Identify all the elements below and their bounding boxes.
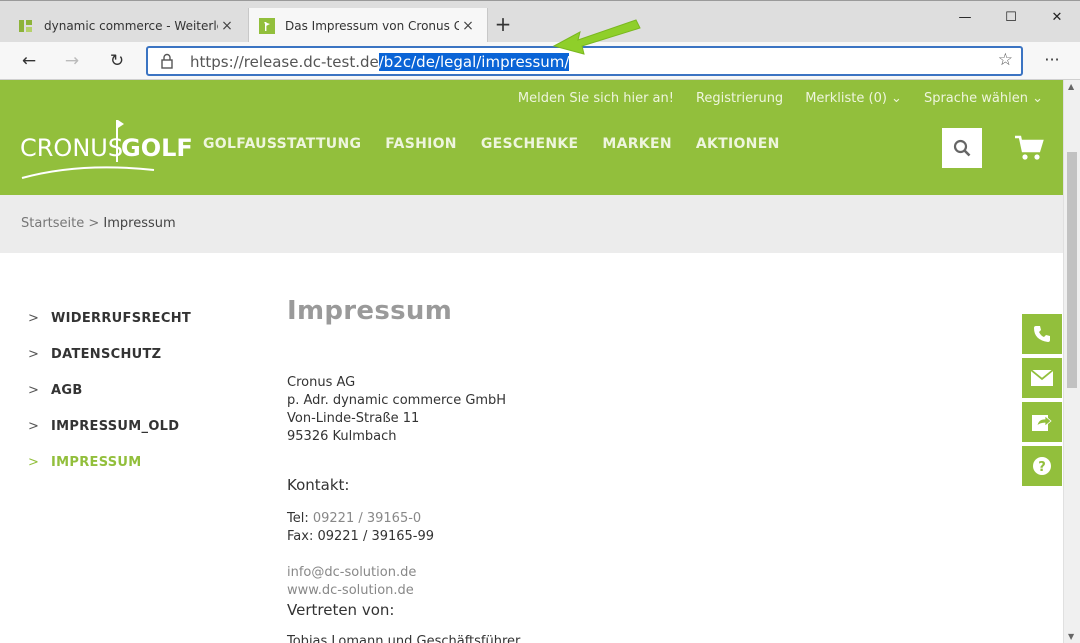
help-icon: ? [1033, 457, 1051, 475]
email-link[interactable]: info@dc-solution.de [287, 564, 416, 582]
legal-sidebar: > WIDERRUFSRECHT > DATENSCHUTZ > AGB > I… [28, 300, 191, 480]
tab-impressum[interactable]: Das Impressum von Cronus Golf × [248, 8, 488, 43]
logo-swoosh-icon [21, 166, 155, 179]
page-title: Impressum [287, 296, 453, 326]
logo-golf-text: GOLF [121, 134, 193, 162]
maximize-button[interactable]: ☐ [988, 4, 1034, 32]
chevron-right-icon: > [28, 310, 40, 326]
website-link[interactable]: www.dc-solution.de [287, 582, 416, 600]
chevron-right-icon: > [28, 346, 40, 362]
scroll-up-icon[interactable]: ▲ [1068, 82, 1074, 91]
mail-icon [1031, 370, 1053, 386]
register-link[interactable]: Registrierung [696, 91, 783, 106]
contact-web: info@dc-solution.de www.dc-solution.de [287, 564, 416, 600]
tab-dynamic-commerce[interactable]: dynamic commerce - Weiterleitung × [8, 8, 246, 43]
annotation-arrow-icon [552, 19, 641, 55]
sidebar-item-widerrufsrecht[interactable]: > WIDERRUFSRECHT [28, 300, 191, 336]
chevron-right-icon: > [28, 382, 40, 398]
sidebar-item-label: AGB [51, 382, 83, 398]
address-line: 95326 Kulmbach [287, 429, 397, 444]
browser-toolbar: ← → ↻ https://release.dc-test.de/b2c/de/… [0, 42, 1080, 80]
new-tab-button[interactable]: + [492, 13, 514, 35]
lock-icon [160, 53, 174, 73]
site-header: Melden Sie sich hier an! Registrierung M… [0, 80, 1063, 195]
contact-phone: Tel: 09221 / 39165-0 Fax: 09221 / 39165-… [287, 510, 434, 546]
nav-geschenke[interactable]: GESCHENKE [481, 136, 579, 152]
breadcrumb-bar: Startseite > Impressum [0, 195, 1063, 253]
contact-heading: Kontakt: [287, 476, 350, 494]
cronus-favicon-icon [259, 17, 275, 34]
favorite-star-icon[interactable]: ☆ [998, 50, 1013, 70]
dc-favicon-icon [18, 18, 34, 34]
sidebar-item-agb[interactable]: > AGB [28, 372, 191, 408]
language-select[interactable]: Sprache wählen ⌄ [924, 91, 1043, 106]
url-plain: https://release.dc-test.de [190, 53, 379, 71]
cronus-golf-logo[interactable]: CRONUS GOLF [20, 120, 193, 180]
sidebar-item-impressum-old[interactable]: > IMPRESSUM_OLD [28, 408, 191, 444]
address-line: Cronus AG [287, 375, 356, 390]
search-button[interactable] [942, 128, 982, 168]
tel-link[interactable]: 09221 / 39165-0 [313, 511, 421, 526]
share-button[interactable] [1022, 402, 1062, 442]
chevron-right-icon: > [28, 454, 40, 470]
address-line: Von-Linde-Straße 11 [287, 411, 420, 426]
fax-line: Fax: 09221 / 39165-99 [287, 529, 435, 544]
sidebar-item-label: IMPRESSUM [51, 454, 142, 470]
login-link[interactable]: Melden Sie sich hier an! [518, 91, 674, 106]
sidebar-item-label: DATENSCHUTZ [51, 346, 162, 362]
help-button[interactable]: ? [1022, 446, 1062, 486]
url-text[interactable]: https://release.dc-test.de/b2c/de/legal/… [190, 53, 570, 71]
represented-by-text: Tobias Lomann und Geschäftsführer [287, 634, 521, 643]
nav-golfausstattung[interactable]: GOLFAUSSTATTUNG [203, 136, 361, 152]
sidebar-item-label: IMPRESSUM_OLD [51, 418, 180, 434]
represented-by-heading: Vertreten von: [287, 601, 395, 619]
company-address: Cronus AG p. Adr. dynamic commerce GmbH … [287, 374, 506, 446]
svg-text:?: ? [1038, 460, 1046, 475]
scroll-thumb[interactable] [1067, 152, 1077, 388]
main-navigation: GOLFAUSSTATTUNG FASHION GESCHENKE MARKEN… [203, 136, 780, 152]
cart-button[interactable] [1014, 134, 1044, 166]
back-button[interactable]: ← [15, 47, 43, 75]
sidebar-item-datenschutz[interactable]: > DATENSCHUTZ [28, 336, 191, 372]
minimize-button[interactable]: — [942, 4, 988, 32]
url-selected: /b2c/de/legal/impressum/ [378, 53, 570, 71]
share-icon [1032, 415, 1052, 431]
sidebar-item-label: WIDERRUFSRECHT [51, 310, 192, 326]
refresh-button[interactable]: ↻ [103, 47, 131, 75]
tab-close-icon[interactable]: × [459, 18, 477, 34]
nav-aktionen[interactable]: AKTIONEN [696, 136, 780, 152]
more-menu-button[interactable]: ··· [1040, 47, 1064, 75]
wishlist-link[interactable]: Merkliste (0) ⌄ [805, 91, 902, 106]
tel-label: Tel: [287, 511, 313, 526]
logo-cronus-text: CRONUS [20, 134, 124, 162]
mail-button[interactable] [1022, 358, 1062, 398]
address-line: p. Adr. dynamic commerce GmbH [287, 393, 507, 408]
nav-marken[interactable]: MARKEN [602, 136, 671, 152]
scroll-down-icon[interactable]: ▼ [1068, 632, 1074, 641]
cart-icon [1015, 135, 1044, 160]
page-scrollbar[interactable]: ▲ ▼ [1063, 80, 1080, 643]
chevron-right-icon: > [28, 418, 40, 434]
sidebar-item-impressum[interactable]: > IMPRESSUM [28, 444, 191, 480]
tab-title: dynamic commerce - Weiterleitung [44, 18, 218, 33]
browser-tab-bar: dynamic commerce - Weiterleitung × Das I… [0, 0, 1080, 43]
phone-button[interactable] [1022, 314, 1062, 354]
breadcrumb: Startseite > Impressum [21, 216, 176, 231]
tab-close-icon[interactable]: × [218, 18, 236, 34]
nav-fashion[interactable]: FASHION [385, 136, 457, 152]
meta-links: Melden Sie sich hier an! Registrierung M… [518, 91, 1043, 106]
breadcrumb-separator: > [84, 216, 104, 231]
main-content: Impressum Cronus AG p. Adr. dynamic comm… [287, 296, 987, 643]
tab-title: Das Impressum von Cronus Golf [285, 18, 459, 33]
window-close-button[interactable]: ✕ [1034, 4, 1080, 32]
phone-icon [1034, 326, 1050, 342]
forward-button[interactable]: → [58, 47, 86, 75]
breadcrumb-home[interactable]: Startseite [21, 216, 84, 231]
breadcrumb-current: Impressum [103, 216, 176, 231]
search-icon [953, 139, 971, 157]
